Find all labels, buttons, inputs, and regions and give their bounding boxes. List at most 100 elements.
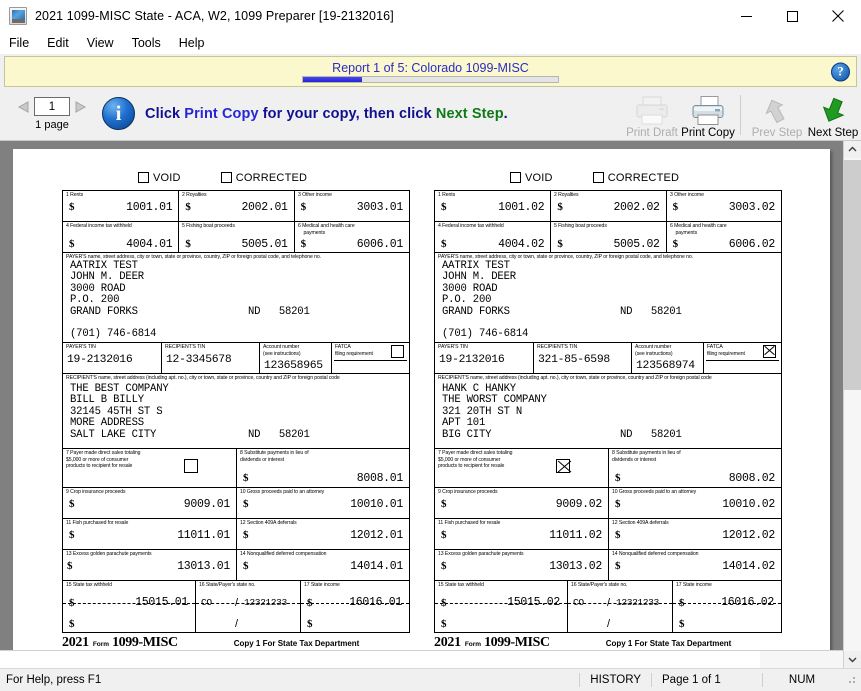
- print-draft-button[interactable]: Print Draft: [624, 91, 680, 139]
- box-10-gross-proceeds-attorney[interactable]: 10 Gross proceeds paid to an attorney $1…: [236, 488, 409, 519]
- box-15-state-tax-withheld[interactable]: 15 State tax withheld $15015.02 $: [435, 581, 567, 632]
- menu-view[interactable]: View: [87, 34, 123, 52]
- triangle-left-icon[interactable]: [14, 97, 34, 117]
- next-step-button[interactable]: Next Step: [805, 91, 861, 139]
- menu-help[interactable]: Help: [179, 34, 214, 52]
- box-3-other-income[interactable]: 3 Other income $3003.01: [293, 191, 409, 221]
- vertical-scroll-thumb[interactable]: [844, 160, 861, 390]
- menu-bar: File Edit View Tools Help: [0, 32, 861, 54]
- payer-info-block[interactable]: PAYER'S name, street address, city or to…: [435, 253, 781, 342]
- dollar-sign-2: $: [441, 617, 447, 630]
- menu-file[interactable]: File: [9, 34, 38, 52]
- box-9-crop-insurance[interactable]: 9 Crop insurance proceeds $9009.02: [435, 488, 608, 518]
- box-16-state-payer-no[interactable]: 16 State/Payer's state no. CO / 12321233…: [567, 581, 672, 632]
- box-4-federal-tax-withheld[interactable]: 4 Federal income tax withheld $4004.02: [435, 222, 550, 252]
- info-icon: i: [102, 97, 135, 130]
- payer-info-block[interactable]: PAYER'S name, street address, city or to…: [63, 253, 409, 342]
- void-checkbox[interactable]: [138, 172, 149, 183]
- scroll-down-icon[interactable]: [844, 651, 861, 668]
- box-7-checkbox[interactable]: [184, 459, 198, 474]
- box-12-section-409a-deferrals[interactable]: 12 Section 409A deferrals $12012.02: [608, 519, 781, 550]
- dollar-sign: $: [441, 497, 447, 510]
- menu-tools[interactable]: Tools: [132, 34, 170, 52]
- fatca-block[interactable]: FATCA filing requirement: [331, 343, 409, 374]
- box-7-direct-sales[interactable]: 7 Payer made direct sales totaling $5,00…: [435, 449, 608, 487]
- scroll-up-icon[interactable]: [844, 141, 861, 158]
- box-8-substitute-payments[interactable]: 8 Substitute payments in lieu of dividen…: [608, 449, 781, 488]
- box-7-checkbox[interactable]: [556, 459, 570, 474]
- box-1-rents[interactable]: 1 Rents $1001.02: [435, 191, 550, 221]
- void-checkbox[interactable]: [510, 172, 521, 183]
- box-17-state-income[interactable]: 17 State income $16016.01 $: [300, 581, 409, 632]
- tin-row: PAYER'S TIN 19-2132016 RECIPIENT'S TIN 3…: [435, 343, 781, 375]
- minimize-button[interactable]: [723, 1, 769, 32]
- triangle-right-icon[interactable]: [70, 97, 90, 117]
- close-button[interactable]: [815, 1, 861, 32]
- box-12-section-409a-deferrals[interactable]: 12 Section 409A deferrals $12012.01: [236, 519, 409, 550]
- form-year: 2021: [434, 634, 461, 650]
- box-2-royalties[interactable]: 2 Royalties $2002.01: [178, 191, 293, 221]
- fatca-checkbox[interactable]: [763, 345, 776, 359]
- print-copy-label: Print Copy: [681, 127, 735, 139]
- box-11-fish-purchased[interactable]: 11 Fish purchased for resale $11011.02: [435, 519, 608, 549]
- payer-zip: 58201: [278, 305, 310, 318]
- boxes-15-16-17-row: 15 State tax withheld $15015.02 $ 16 Sta…: [435, 581, 781, 633]
- account-number-block[interactable]: Account number (see instructions) 123568…: [631, 343, 703, 374]
- box-2-royalties[interactable]: 2 Royalties $2002.02: [550, 191, 665, 221]
- corrected-label: CORRECTED: [607, 171, 680, 184]
- dollar-sign: $: [672, 200, 679, 213]
- box-10-gross-proceeds-attorney[interactable]: 10 Gross proceeds paid to an attorney $1…: [608, 488, 781, 519]
- horizontal-scrollbar[interactable]: [0, 650, 843, 668]
- resize-grip-icon[interactable]: [845, 673, 859, 687]
- box-6-medical-health-payments[interactable]: 6 Medical and health care payments $6006…: [293, 222, 409, 252]
- box-15-state-tax-withheld[interactable]: 15 State tax withheld $15015.01 $: [63, 581, 195, 632]
- box-16-state-payer-no[interactable]: 16 State/Payer's state no. CO / 12321233…: [195, 581, 300, 632]
- recipient-info-row: RECIPIENT'S name, street address (includ…: [435, 374, 781, 450]
- payer-tin-block[interactable]: PAYER'S TIN 19-2132016: [63, 343, 161, 373]
- box-3-other-income[interactable]: 3 Other income $3003.02: [665, 191, 781, 221]
- box-5-fishing-boat-proceeds[interactable]: 5 Fishing boat proceeds $5005.02: [550, 222, 665, 252]
- box-8-substitute-payments[interactable]: 8 Substitute payments in lieu of dividen…: [236, 449, 409, 488]
- box-13-excess-golden-parachute[interactable]: 13 Excess golden parachute payments $130…: [435, 550, 608, 580]
- corrected-checkbox[interactable]: [592, 172, 604, 183]
- box-11-fish-purchased[interactable]: 11 Fish purchased for resale $11011.01: [63, 519, 236, 549]
- recipient-info-block[interactable]: RECIPIENT'S name, street address (includ…: [63, 374, 409, 448]
- report-banner: Report 1 of 5: Colorado 1099-MISC ?: [4, 56, 857, 87]
- box-5-fishing-boat-proceeds[interactable]: 5 Fishing boat proceeds $5005.01: [178, 222, 293, 252]
- application-window: 2021 1099-MISC State - ACA, W2, 1099 Pre…: [0, 0, 861, 691]
- page-number-input[interactable]: 1: [34, 97, 70, 116]
- menu-edit[interactable]: Edit: [47, 34, 78, 52]
- box-16-state: CO: [201, 596, 212, 608]
- help-icon[interactable]: ?: [831, 62, 850, 81]
- box-4-federal-tax-withheld[interactable]: 4 Federal income tax withheld $4004.01: [63, 222, 178, 252]
- box-14-nonqualified-deferred-comp[interactable]: 14 Nonqualified deferred compensation $1…: [236, 550, 409, 581]
- fatca-checkbox[interactable]: [391, 345, 404, 359]
- horizontal-scroll-track[interactable]: [0, 651, 843, 668]
- arrow-prev-step-icon: [765, 99, 785, 124]
- box-16-state: CO: [573, 596, 584, 608]
- hint-middle: for your copy, then click: [258, 105, 436, 122]
- maximize-button[interactable]: [769, 1, 815, 32]
- arrow-next-step-icon: [822, 97, 845, 122]
- corrected-checkbox[interactable]: [220, 172, 232, 183]
- box-10-value: 10010.02: [722, 497, 775, 511]
- recipient-tin-block[interactable]: RECIPIENT'S TIN 12-3345678: [161, 343, 259, 374]
- box-6-medical-health-payments[interactable]: 6 Medical and health care payments $6006…: [665, 222, 781, 252]
- prev-step-button[interactable]: Prev Step: [749, 91, 805, 139]
- box-13-excess-golden-parachute[interactable]: 13 Excess golden parachute payments $130…: [63, 550, 236, 580]
- recipient-info-block[interactable]: RECIPIENT'S name, street address (includ…: [435, 374, 781, 448]
- vertical-scrollbar[interactable]: [843, 141, 861, 668]
- horizontal-scroll-thumb[interactable]: [0, 651, 760, 668]
- box-7-direct-sales[interactable]: 7 Payer made direct sales totaling $5,00…: [63, 449, 236, 487]
- recipient-tin-block[interactable]: RECIPIENT'S TIN 321-85-6598: [533, 343, 631, 374]
- box-1-rents[interactable]: 1 Rents $1001.01: [63, 191, 178, 221]
- print-copy-button[interactable]: Print Copy: [680, 91, 736, 139]
- payer-tin-block[interactable]: PAYER'S TIN 19-2132016: [435, 343, 533, 373]
- box-9-value: 9009.02: [555, 497, 603, 511]
- box-17-state-income[interactable]: 17 State income $16016.02 $: [672, 581, 781, 632]
- box-14-nonqualified-deferred-comp[interactable]: 14 Nonqualified deferred compensation $1…: [608, 550, 781, 581]
- box-9-crop-insurance[interactable]: 9 Crop insurance proceeds $9009.01: [63, 488, 236, 518]
- account-number-block[interactable]: Account number (see instructions) 123658…: [259, 343, 331, 374]
- vertical-scroll-track[interactable]: [844, 158, 861, 651]
- fatca-block[interactable]: FATCA filing requirement: [703, 343, 781, 374]
